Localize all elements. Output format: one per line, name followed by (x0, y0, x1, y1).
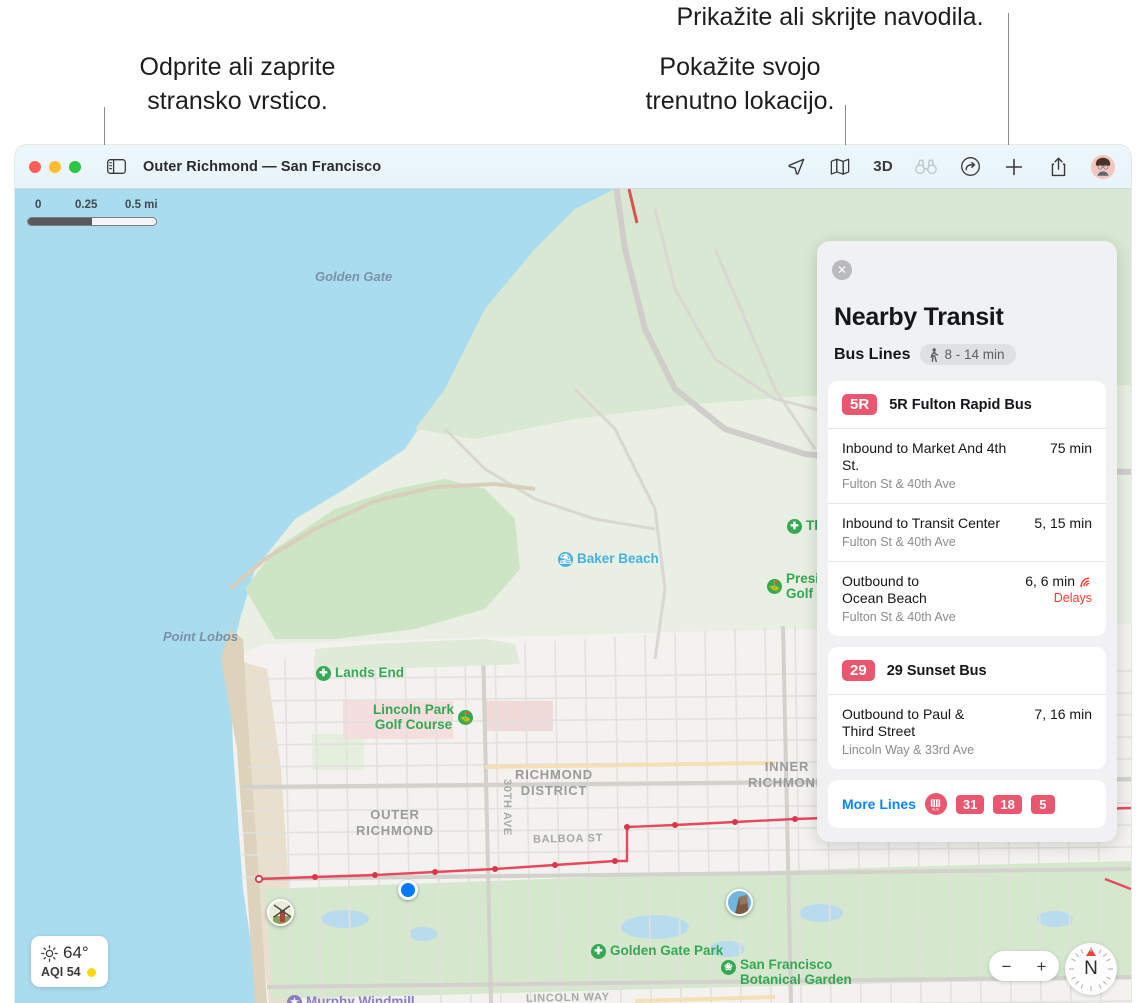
departure-stop: Fulton St & 40th Ave (842, 477, 956, 491)
photo-pin-windmill[interactable] (267, 899, 294, 926)
route-header[interactable]: 29 29 Sunset Bus (828, 647, 1106, 694)
sidebar-callout-text: Odprite ali zaprite stransko vrstico. (139, 53, 336, 115)
more-lines-row[interactable]: More Lines BUS 31 18 5 (828, 780, 1106, 828)
avatar-face-icon (1091, 154, 1115, 179)
departure-row[interactable]: Inbound to Transit Center Fulton St & 40… (828, 503, 1106, 561)
more-lines-card[interactable]: More Lines BUS 31 18 5 (828, 780, 1106, 828)
map-mode-icon[interactable] (829, 156, 851, 178)
zoom-out-button[interactable]: − (1002, 958, 1012, 975)
departure-time: 7, 16 min (1034, 706, 1092, 722)
map-compass[interactable]: N (1065, 943, 1117, 995)
route-card-5r[interactable]: 5R 5R Fulton Rapid Bus Inbound to Market… (828, 381, 1106, 636)
departure-stop: Fulton St & 40th Ave (842, 535, 956, 549)
departure-destination: Inbound to Market And 4th St. (842, 440, 1007, 473)
bus-lines-label: Bus Lines (834, 345, 911, 363)
compass-ticks-icon (1069, 947, 1113, 991)
window-title: Outer Richmond — San Francisco (143, 158, 382, 175)
route-name: 5R Fulton Rapid Bus (889, 396, 1032, 413)
departure-time: 75 min (1049, 440, 1092, 456)
share-icon[interactable] (1047, 156, 1069, 178)
sidebar-toggle-button[interactable] (107, 159, 127, 175)
map-zoom-controls[interactable]: − + (989, 951, 1059, 981)
more-line-badge[interactable]: 18 (993, 794, 1022, 814)
departure-stop: Fulton St & 40th Ave (842, 610, 956, 624)
walking-time-text: 8 - 14 min (944, 347, 1005, 362)
weather-aqi-label: AQI 54 (41, 965, 81, 979)
departure-destination: Outbound to Paul & Third Street (842, 706, 965, 739)
more-line-badge[interactable]: 5 (1030, 794, 1055, 814)
window-titlebar: Outer Richmond — San Francisco 3D (15, 145, 1131, 189)
directions-callout-text: Prikažite ali skrijte navodila. (676, 3, 984, 31)
zoom-window-button[interactable] (69, 160, 81, 173)
departure-row[interactable]: Outbound to Ocean Beach Fulton St & 40th… (828, 561, 1106, 636)
sun-icon (41, 944, 58, 962)
close-window-button[interactable] (29, 160, 41, 173)
aqi-status-dot (86, 967, 96, 977)
binoculars-icon[interactable] (915, 156, 937, 178)
more-lines-link[interactable]: More Lines (842, 796, 916, 812)
departure-stop: Lincoln Way & 33rd Ave (842, 743, 975, 757)
close-panel-button[interactable]: ✕ (832, 260, 852, 280)
departure-destination: Inbound to Transit Center (842, 515, 1000, 531)
map-canvas[interactable]: 0 0.25 0.5 mi Golden Gate Point Lobos ⛱ … (15, 189, 1131, 1003)
departure-time: 5, 15 min (1034, 515, 1092, 531)
photo-pin-landmark[interactable] (726, 889, 753, 916)
toolbar: 3D (785, 154, 1115, 179)
walking-icon (931, 347, 939, 362)
departure-time: 6, 6 min (1025, 573, 1075, 589)
bus-icon: BUS (924, 793, 947, 815)
departure-delay-badge: Delays (1053, 591, 1092, 605)
zoom-in-button[interactable]: + (1037, 958, 1047, 975)
sidebar-icon (107, 159, 126, 174)
panel-subtitle-row: Bus Lines 8 - 14 min (817, 332, 1117, 365)
current-location-dot[interactable] (398, 880, 418, 900)
departure-destination: Outbound to Ocean Beach (842, 573, 927, 606)
bus-glyph-icon: BUS (931, 798, 941, 811)
3d-button[interactable]: 3D (873, 158, 893, 175)
walking-time-chip: 8 - 14 min (920, 344, 1016, 365)
weather-widget[interactable]: 64° AQI 54 (31, 936, 108, 987)
more-line-badge[interactable]: 31 (955, 794, 985, 814)
route-card-29[interactable]: 29 29 Sunset Bus Outbound to Paul & Thir… (828, 647, 1106, 769)
nearby-transit-panel: ✕ Nearby Transit Bus Lines 8 - 14 min 5R… (817, 241, 1117, 842)
route-badge: 5R (842, 394, 878, 415)
route-header[interactable]: 5R 5R Fulton Rapid Bus (828, 381, 1106, 428)
directions-icon[interactable] (959, 156, 981, 178)
panel-title: Nearby Transit (834, 303, 1004, 331)
route-badge: 29 (842, 660, 875, 681)
account-avatar[interactable] (1091, 154, 1115, 179)
route-name: 29 Sunset Bus (886, 662, 987, 679)
live-signal-icon (1080, 577, 1090, 587)
location-arrow-icon[interactable] (785, 156, 807, 178)
departure-row[interactable]: Inbound to Market And 4th St. Fulton St … (828, 428, 1106, 503)
minimize-window-button[interactable] (49, 160, 61, 173)
traffic-lights (29, 160, 81, 173)
departure-row[interactable]: Outbound to Paul & Third Street Lincoln … (828, 694, 1106, 769)
svg-text:BUS: BUS (933, 807, 940, 811)
maps-window: Outer Richmond — San Francisco 3D 0 0.25… (15, 145, 1131, 1003)
directions-callout-line (1008, 13, 1009, 163)
weather-temperature: 64° (63, 943, 89, 962)
add-icon[interactable] (1003, 156, 1025, 178)
